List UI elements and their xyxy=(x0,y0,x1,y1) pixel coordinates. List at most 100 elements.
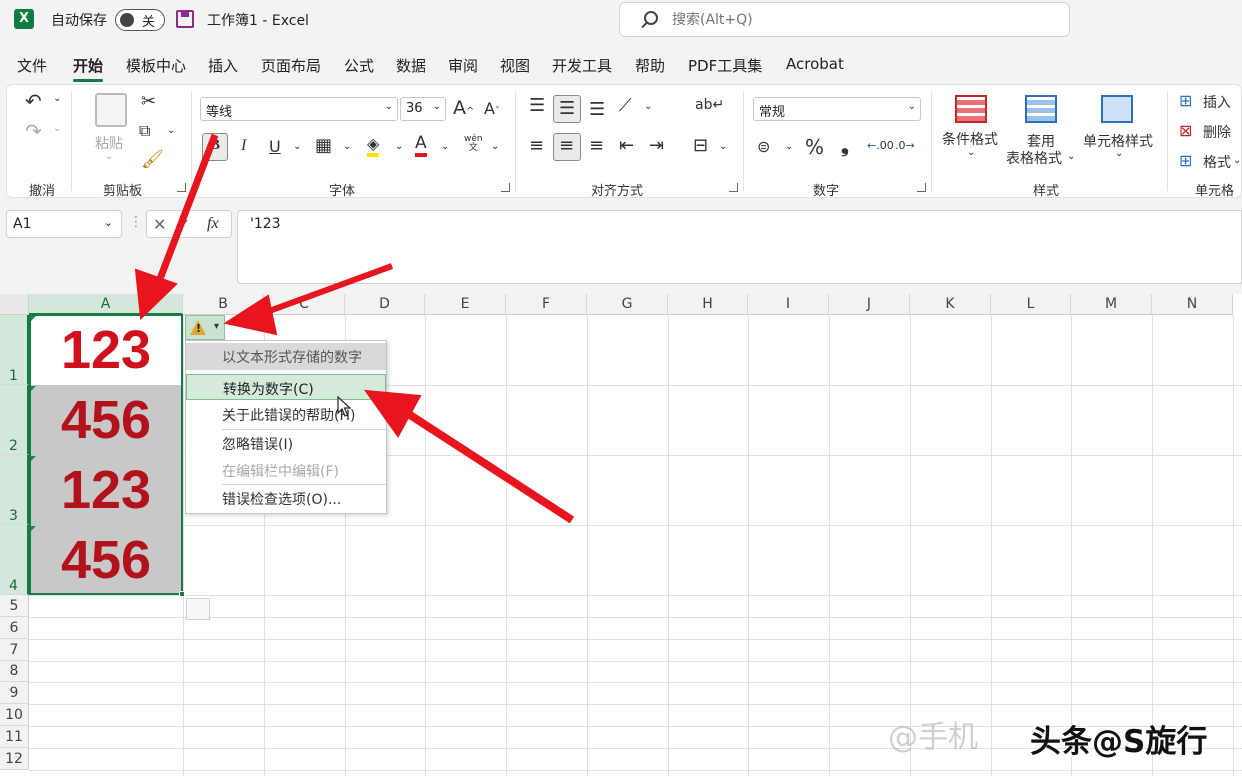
accounting-dropdown-icon[interactable]: ⌄ xyxy=(785,141,793,152)
row-header-2[interactable]: 2 xyxy=(0,385,29,455)
column-header-h[interactable]: H xyxy=(668,294,748,315)
number-format-select[interactable]: 常规 ⌄ xyxy=(753,97,921,121)
align-right-icon[interactable]: ≡ xyxy=(589,135,604,156)
orientation-icon[interactable]: ⟋ xyxy=(619,95,632,116)
format-cells-dropdown-icon[interactable]: ⌄ xyxy=(1233,155,1241,166)
tab-acrobat[interactable]: Acrobat xyxy=(786,55,844,73)
fill-color-dropdown-icon[interactable]: ⌄ xyxy=(395,141,403,152)
column-header-m[interactable]: M xyxy=(1071,294,1152,315)
tab-templates[interactable]: 模板中心 xyxy=(126,55,186,76)
insert-function-button[interactable]: fx xyxy=(207,215,219,233)
tab-developer[interactable]: 开发工具 xyxy=(552,55,612,76)
phonetic-dropdown-icon[interactable]: ⌄ xyxy=(491,141,499,152)
font-size-select[interactable]: 36 ⌄ xyxy=(400,97,446,121)
format-painter-icon[interactable]: 🖌 xyxy=(141,149,164,170)
insert-cells-label[interactable]: 插入 xyxy=(1203,92,1231,112)
italic-button[interactable]: I xyxy=(241,137,246,155)
column-header-i[interactable]: I xyxy=(748,294,829,315)
delete-cells-label[interactable]: 删除 xyxy=(1203,122,1231,142)
border-dropdown-icon[interactable]: ⌄ xyxy=(343,141,351,152)
menu-item-error-options[interactable]: 错误检查选项(O)... xyxy=(186,485,386,512)
font-color-icon[interactable]: A xyxy=(415,133,427,157)
tab-insert[interactable]: 插入 xyxy=(208,55,238,76)
cut-icon[interactable]: ✂ xyxy=(141,91,156,112)
select-all-corner[interactable] xyxy=(0,294,29,315)
tab-help[interactable]: 帮助 xyxy=(635,55,665,76)
column-header-f[interactable]: F xyxy=(506,294,587,315)
fill-color-icon[interactable]: ◈ xyxy=(367,135,380,157)
menu-item-convert-to-number[interactable]: 转换为数字(C) xyxy=(186,374,386,400)
underline-dropdown-icon[interactable]: ⌄ xyxy=(293,141,301,152)
orientation-dropdown-icon[interactable]: ⌄ xyxy=(644,101,652,112)
column-header-g[interactable]: G xyxy=(587,294,668,315)
copy-icon[interactable]: ⧉ xyxy=(139,121,150,141)
name-box[interactable]: A1 ⌄ xyxy=(6,210,122,238)
quick-analysis-icon[interactable] xyxy=(186,598,210,620)
row-header-5[interactable]: 5 xyxy=(0,595,29,617)
error-checking-button[interactable]: ! ▾ xyxy=(185,315,225,340)
font-color-dropdown-icon[interactable]: ⌄ xyxy=(441,141,449,152)
table-format-dropdown-icon[interactable]: ⌄ xyxy=(1067,151,1075,162)
border-icon[interactable]: ▦ xyxy=(315,135,332,156)
paste-icon[interactable] xyxy=(95,93,127,127)
increase-font-icon[interactable]: A^ xyxy=(453,97,474,119)
font-name-select[interactable]: 等线 ⌄ xyxy=(200,97,398,121)
column-header-d[interactable]: D xyxy=(345,294,425,315)
row-header-3[interactable]: 3 xyxy=(0,455,29,525)
alignment-launcher-icon[interactable] xyxy=(729,183,738,192)
bold-button[interactable]: B xyxy=(202,133,228,161)
redo-dropdown-icon[interactable]: ⌄ xyxy=(53,123,61,134)
row-header-8[interactable]: 8 xyxy=(0,661,29,682)
insert-cells-icon[interactable]: ⊞ xyxy=(1179,91,1192,110)
paste-label[interactable]: 粘贴 xyxy=(95,133,123,153)
underline-button[interactable]: U xyxy=(269,137,281,156)
tab-home[interactable]: 开始 xyxy=(73,55,104,82)
align-left-icon[interactable]: ≡ xyxy=(529,135,544,156)
format-cells-label[interactable]: 格式 xyxy=(1203,152,1231,172)
align-top-icon[interactable]: ☰ xyxy=(529,95,545,116)
row-header-7[interactable]: 7 xyxy=(0,639,29,661)
decrease-indent-icon[interactable]: ⇤ xyxy=(619,135,634,156)
row-header-4[interactable]: 4 xyxy=(0,525,29,595)
row-header-11[interactable]: 11 xyxy=(0,726,29,748)
autosave-toggle[interactable]: 关 xyxy=(115,9,165,31)
tab-data[interactable]: 数据 xyxy=(396,55,426,76)
search-box[interactable] xyxy=(619,2,1070,37)
row-header-1[interactable]: 1 xyxy=(0,315,29,385)
tab-formulas[interactable]: 公式 xyxy=(344,55,374,76)
cell-style-dropdown-icon[interactable]: ⌄ xyxy=(1115,148,1123,159)
percent-button[interactable]: % xyxy=(805,135,824,159)
tab-page-layout[interactable]: 页面布局 xyxy=(261,55,321,76)
menu-item-ignore-error[interactable]: 忽略错误(I) xyxy=(186,430,386,457)
search-input[interactable] xyxy=(672,9,1052,31)
cancel-formula-icon[interactable]: ✕ xyxy=(153,215,166,234)
column-header-l[interactable]: L xyxy=(991,294,1071,315)
align-bottom-icon[interactable]: ☰ xyxy=(589,99,605,120)
column-header-b[interactable]: B xyxy=(183,294,264,315)
number-launcher-icon[interactable] xyxy=(917,183,926,192)
paste-dropdown-icon[interactable]: ⌄ xyxy=(105,151,113,162)
merge-dropdown-icon[interactable]: ⌄ xyxy=(719,141,727,152)
fill-handle[interactable] xyxy=(179,591,185,597)
cell-style-icon[interactable] xyxy=(1101,95,1133,123)
tab-file[interactable]: 文件 xyxy=(17,55,47,76)
merge-center-icon[interactable]: ⊟ xyxy=(693,135,708,156)
font-launcher-icon[interactable] xyxy=(501,183,510,192)
menu-item-error-help[interactable]: 关于此错误的帮助(H) xyxy=(186,401,386,428)
tab-pdf-tools[interactable]: PDF工具集 xyxy=(688,55,762,76)
column-header-a[interactable]: A xyxy=(29,294,183,315)
conditional-format-dropdown-icon[interactable]: ⌄ xyxy=(967,147,975,158)
undo-icon[interactable]: ↶ xyxy=(25,89,42,113)
table-format-label-2[interactable]: 表格格式 xyxy=(1006,148,1062,168)
column-header-j[interactable]: J xyxy=(829,294,910,315)
tab-view[interactable]: 视图 xyxy=(500,55,530,76)
column-header-c[interactable]: C xyxy=(264,294,345,315)
row-header-9[interactable]: 9 xyxy=(0,682,29,704)
wrap-text-icon[interactable]: ab↵ xyxy=(695,97,724,113)
format-cells-icon[interactable]: ⊞ xyxy=(1179,151,1192,170)
tab-review[interactable]: 审阅 xyxy=(448,55,478,76)
conditional-format-label[interactable]: 条件格式 xyxy=(942,129,998,149)
save-icon[interactable] xyxy=(176,10,194,28)
row-header-6[interactable]: 6 xyxy=(0,617,29,639)
decrease-font-icon[interactable]: Aˇ xyxy=(484,99,500,118)
